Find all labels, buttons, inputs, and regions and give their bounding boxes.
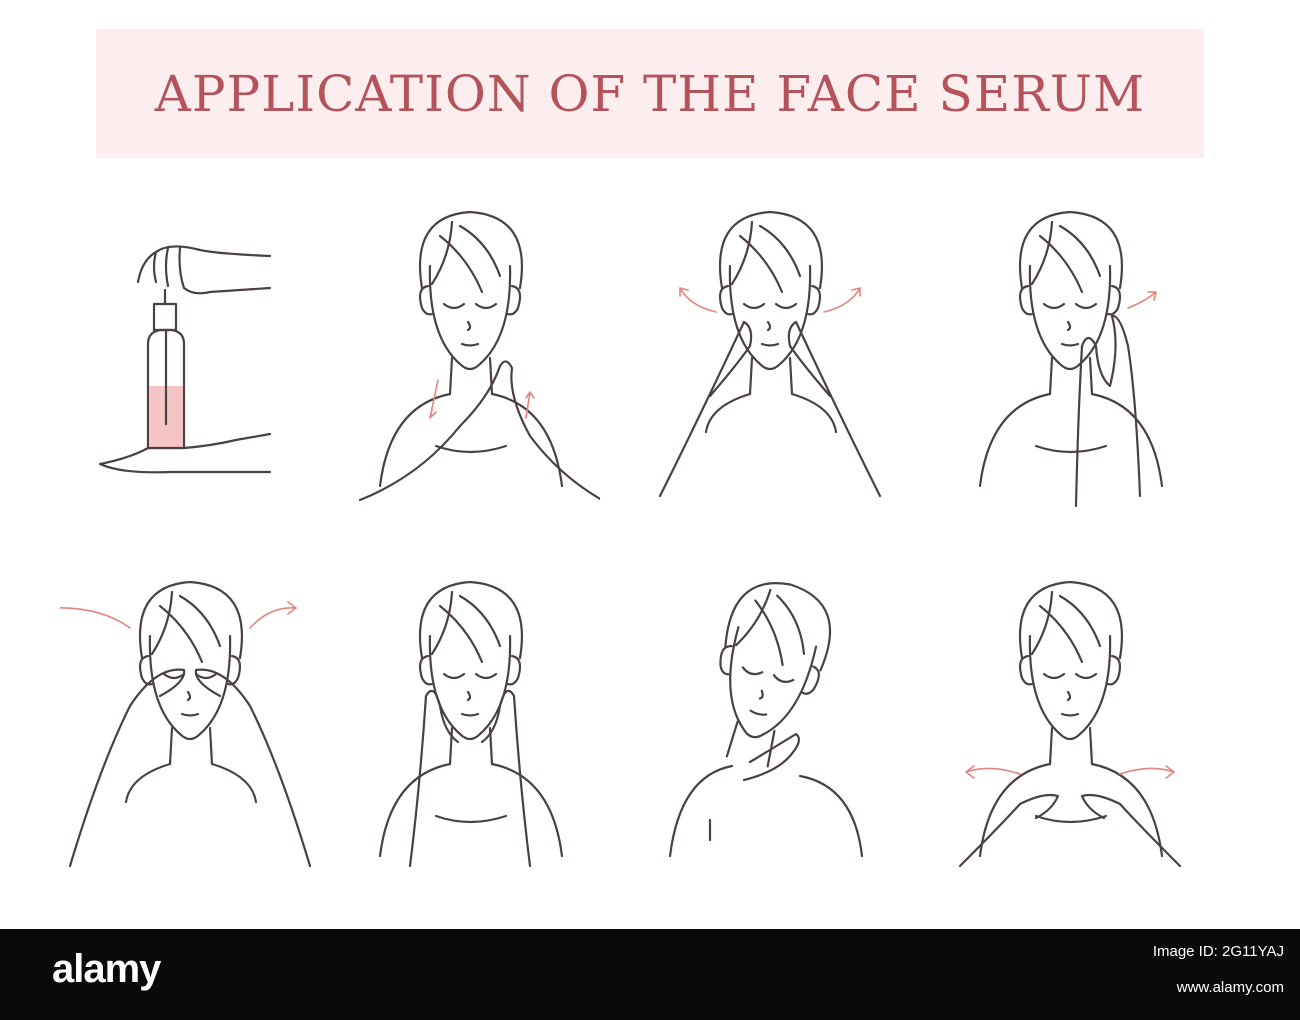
hand-on-neck-icon	[668, 571, 864, 858]
step-eyes-and-temples	[60, 566, 320, 886]
alamy-url-text: www.alamy.com	[1176, 979, 1284, 996]
step-dispense-serum	[60, 196, 320, 516]
finger-under-eye-icon	[978, 210, 1164, 508]
step-neck-upward-strokes	[340, 196, 600, 516]
palms-over-eyes-icon	[60, 580, 312, 868]
step-cheeks-outward	[640, 196, 900, 516]
alamy-logo: alamy	[52, 947, 161, 991]
palms-on-cheeks-icon	[378, 580, 564, 868]
serum-dropper-bottle-icon	[98, 245, 272, 474]
palms-on-neck-icon	[358, 210, 600, 502]
title-banner: APPLICATION OF THE FACE SERUM	[96, 29, 1204, 158]
steps-grid	[60, 186, 1260, 896]
hands-on-chest-icon	[958, 580, 1182, 868]
step-side-of-neck	[640, 566, 900, 886]
fingers-on-cheeks-icon	[658, 210, 882, 498]
step-decollete-outward	[940, 566, 1200, 886]
step-cheeks-press	[340, 566, 600, 886]
stock-watermark-bar: alamy Image ID: 2G11YAJ www.alamy.com	[0, 929, 1300, 1020]
page-title: APPLICATION OF THE FACE SERUM	[154, 64, 1146, 123]
image-id-text: Image ID: 2G11YAJ	[1152, 943, 1284, 960]
step-under-eye-outward	[940, 196, 1200, 516]
